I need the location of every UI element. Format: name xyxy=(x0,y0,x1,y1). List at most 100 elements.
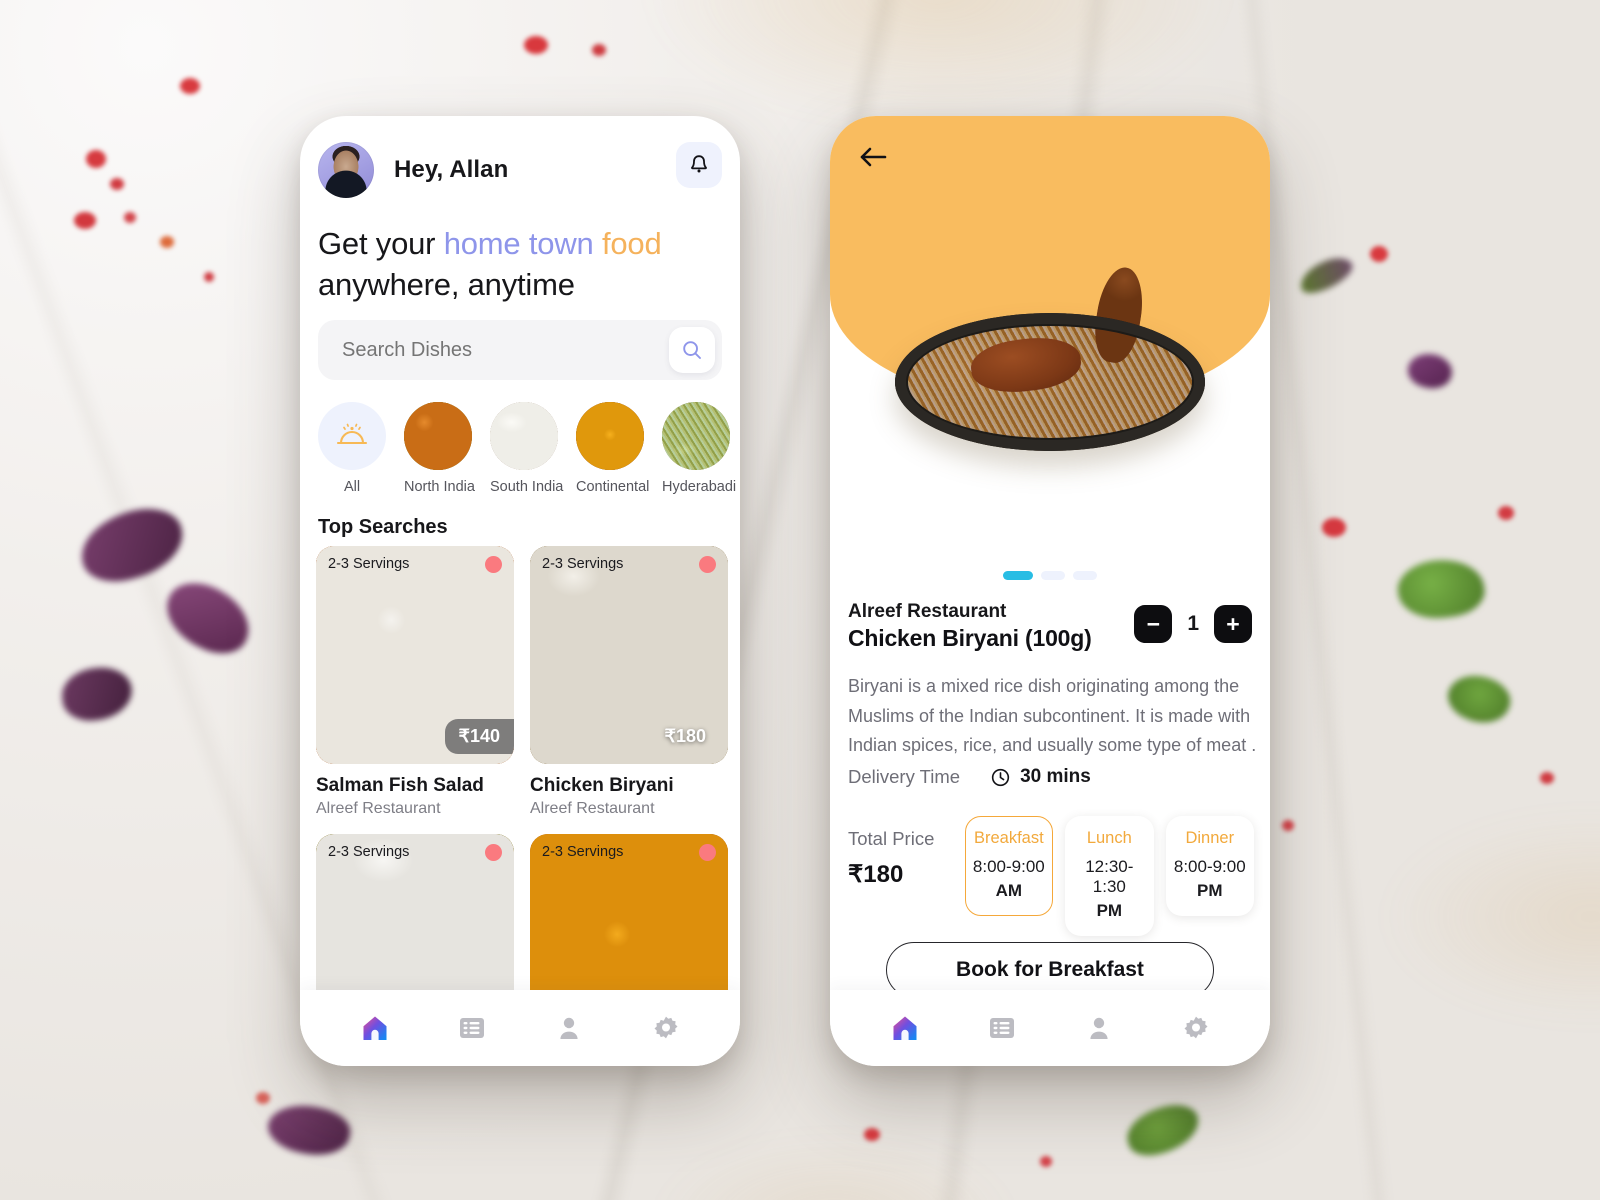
servings-badge: 2-3 Servings xyxy=(328,556,410,572)
page-title: Get your home town food anywhere, anytim… xyxy=(318,224,726,306)
delivery-time-value: 30 mins xyxy=(1020,766,1091,787)
nav-item-home[interactable] xyxy=(882,1005,928,1051)
south-india-thumb xyxy=(490,402,558,470)
meal-period: PM xyxy=(1096,901,1123,920)
greeting-text: Hey, Allan xyxy=(394,156,509,183)
dish-name: Salman Fish Salad xyxy=(316,775,484,796)
bottom-nav[interactable] xyxy=(830,990,1270,1066)
price-badge: ₹180 xyxy=(664,726,706,746)
person-icon xyxy=(559,1017,578,1039)
headline-part1: Get your xyxy=(318,226,444,261)
dish-card[interactable]: 2-3 Servings ₹180 Chicken Biryani Alreef… xyxy=(530,546,728,818)
total-price-block: Total Price ₹180 xyxy=(848,816,953,889)
hyderabadi-thumb xyxy=(662,402,730,470)
dish-name: Chicken Biryani (100g) xyxy=(848,625,1092,651)
search-button[interactable] xyxy=(669,327,715,373)
servings-badge: 2-3 Servings xyxy=(542,556,624,572)
delivery-time-label: Delivery Time xyxy=(848,766,961,787)
gear-icon xyxy=(654,1016,677,1039)
north-india-thumb xyxy=(404,402,472,470)
price-badge: ₹140 xyxy=(444,719,514,754)
category-item-all[interactable]: All xyxy=(318,402,386,502)
section-title-top-searches: Top Searches xyxy=(318,516,448,538)
bottom-nav[interactable] xyxy=(300,990,740,1066)
meal-name: Breakfast xyxy=(973,829,1044,847)
nav-item-orders[interactable] xyxy=(979,1005,1025,1051)
home-header: Hey, Allan xyxy=(318,140,722,204)
search-input[interactable] xyxy=(342,320,642,380)
decrement-button[interactable]: − xyxy=(1134,605,1173,643)
meal-name: Lunch xyxy=(1086,829,1132,847)
carousel-dot[interactable] xyxy=(1073,571,1097,580)
dish-image[interactable]: 2-3 Servings ₹180 xyxy=(530,546,728,764)
quantity-value: 1 xyxy=(1187,612,1199,635)
dish-name: Chicken Biryani xyxy=(530,775,674,796)
carousel-dot-active[interactable] xyxy=(1003,571,1033,580)
nav-item-home[interactable] xyxy=(352,1005,398,1051)
avatar[interactable] xyxy=(318,142,374,198)
dish-image[interactable]: 2-3 Servings ₹140 xyxy=(316,546,514,764)
meal-name: Dinner xyxy=(1185,829,1235,847)
gear-icon xyxy=(1184,1016,1207,1039)
headline-part4: anywhere, anytime xyxy=(318,266,575,302)
nav-item-settings[interactable] xyxy=(1173,1005,1219,1051)
category-label: South India xyxy=(490,479,564,495)
meal-time: 12:30-1:30 xyxy=(1085,857,1134,896)
category-item-north-india[interactable]: North India xyxy=(404,402,475,502)
clock-icon xyxy=(991,768,1010,786)
category-item-continental[interactable]: Continental xyxy=(576,402,650,502)
dish-grid: 2-3 Servings ₹140 Salman Fish Salad Alre… xyxy=(316,546,728,1052)
phone-detail-screen: Alreef Restaurant Chicken Biryani (100g)… xyxy=(830,116,1270,1066)
person-icon xyxy=(1089,1017,1108,1039)
nav-item-profile[interactable] xyxy=(546,1005,592,1051)
meal-period: AM xyxy=(995,881,1023,900)
category-item-hyderabadi[interactable]: Hyderabadi xyxy=(662,402,736,502)
headline-highlight-purple: home town xyxy=(443,226,594,261)
category-list[interactable]: All North India South India Continental … xyxy=(318,402,740,502)
back-arrow-icon xyxy=(860,147,887,167)
quantity-stepper[interactable]: − 1 + xyxy=(1134,605,1252,643)
total-price-value: ₹180 xyxy=(848,861,904,888)
bell-icon xyxy=(691,155,707,173)
carousel-dots[interactable] xyxy=(830,571,1270,580)
meal-period: PM xyxy=(1197,881,1223,900)
carousel-dot[interactable] xyxy=(1041,571,1065,580)
nonveg-indicator xyxy=(699,844,716,861)
restaurant-name: Alreef Restaurant xyxy=(848,601,1007,622)
servings-badge: 2-3 Servings xyxy=(542,844,624,860)
meal-slot-breakfast[interactable]: Breakfast 8:00-9:00 AM xyxy=(964,816,1054,916)
total-price-label: Total Price xyxy=(848,828,935,849)
nonveg-indicator xyxy=(485,556,502,573)
back-button[interactable] xyxy=(856,142,896,182)
background-photo xyxy=(0,0,1600,1200)
dish-heading: Alreef Restaurant Chicken Biryani (100g) xyxy=(848,601,1092,652)
category-item-south-india[interactable]: South India xyxy=(490,402,564,502)
headline-highlight-orange: food xyxy=(593,226,662,261)
home-icon xyxy=(363,1016,386,1040)
category-label: Continental xyxy=(576,479,650,495)
meal-time: 8:00-9:00 xyxy=(972,857,1045,876)
dish-restaurant: Alreef Restaurant xyxy=(530,800,655,817)
dish-card[interactable]: 2-3 Servings ₹140 Salman Fish Salad Alre… xyxy=(316,546,514,818)
delivery-time-value-group: 30 mins xyxy=(990,766,1091,788)
increment-button[interactable]: + xyxy=(1214,605,1252,643)
search-bar[interactable] xyxy=(318,320,722,380)
nav-item-settings[interactable] xyxy=(643,1005,689,1051)
meal-slot-dinner[interactable]: Dinner 8:00-9:00 PM xyxy=(1165,816,1255,916)
continental-thumb xyxy=(576,402,644,470)
nav-item-profile[interactable] xyxy=(1076,1005,1122,1051)
phone-home-screen: Hey, Allan Get your home town food anywh… xyxy=(300,116,740,1066)
category-label: North India xyxy=(404,479,475,495)
nav-item-orders[interactable] xyxy=(449,1005,495,1051)
dish-restaurant: Alreef Restaurant xyxy=(316,800,441,817)
dish-description: Biryani is a mixed rice dish originating… xyxy=(848,676,1257,756)
home-icon xyxy=(893,1016,916,1040)
servings-badge: 2-3 Servings xyxy=(328,844,410,860)
delivery-time-row: Delivery Time 30 mins xyxy=(848,766,1091,788)
meal-slot-lunch[interactable]: Lunch 12:30-1:30 PM xyxy=(1065,816,1154,936)
category-label: All xyxy=(343,479,361,495)
nonveg-indicator xyxy=(485,844,502,861)
nonveg-indicator xyxy=(699,556,716,573)
dish-hero-image xyxy=(895,264,1205,451)
notification-button[interactable] xyxy=(676,142,722,188)
